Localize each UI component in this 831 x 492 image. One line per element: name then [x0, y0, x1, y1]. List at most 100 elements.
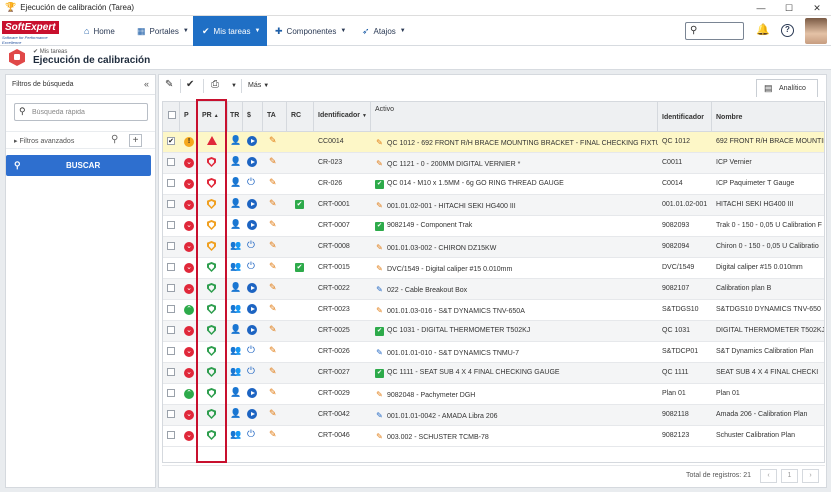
table-row[interactable]: ⌄ 👤 ✎ CRT-0025 ✔ QC 1031 - DIGITAL THERMOMETE…: [163, 321, 824, 342]
nav-home[interactable]: ⌂ Home: [84, 16, 134, 46]
row-select[interactable]: [163, 300, 180, 320]
table-row[interactable]: ⌄ 👤 ✎ CRT-0007 ✔ 9082149 - Component Trak 9082…: [163, 216, 824, 237]
print-icon[interactable]: ⎙: [211, 79, 219, 90]
pencil-icon: ✎: [269, 135, 277, 145]
chevron-down-icon[interactable]: ▼: [231, 83, 237, 89]
avatar[interactable]: [805, 18, 827, 44]
quick-search-field[interactable]: ⚲: [14, 103, 148, 121]
checkbox[interactable]: [168, 111, 176, 119]
table-row[interactable]: ⌄ 👥 ⏻ ✎ ✔ CRT-0015 ✎ DVC/1549 - Digital caliper…: [163, 258, 824, 279]
close-button[interactable]: ✕: [803, 0, 831, 16]
cell-identificador: CRT-0022: [318, 285, 350, 292]
col-nombre[interactable]: Nombre: [712, 102, 824, 131]
checkbox[interactable]: [167, 263, 175, 271]
more-menu[interactable]: Más ▼: [248, 82, 269, 89]
row-select[interactable]: [163, 279, 180, 299]
check-icon[interactable]: ✔: [186, 79, 194, 90]
table-row[interactable]: ⌄ 👤 ✎ ✔ CRT-0001 ✎ 001.01.02-001 - HITACHI SEK…: [163, 195, 824, 216]
table-row[interactable]: ⌄ 👤 ⏻ ✎ CR-026 ✔ QC 014 - M10 x 1.5MM - 6g GO …: [163, 174, 824, 195]
table-row[interactable]: ⌄ 👥 ⏻ ✎ CRT-0046 ✎ 003.002 - SCHUSTER TCMB-78 9…: [163, 426, 824, 447]
quick-search-input[interactable]: [32, 106, 142, 118]
row-select[interactable]: [163, 237, 180, 257]
checkbox[interactable]: [167, 347, 175, 355]
table-row[interactable]: ⌃ 👥 ✎ CRT-0023 ✎ 001.01.03-016 - S&T DYNAMICS…: [163, 300, 824, 321]
pin-icon[interactable]: ⚲: [111, 134, 118, 145]
row-select[interactable]: [163, 384, 180, 404]
row-select[interactable]: [163, 363, 180, 383]
checkbox[interactable]: [167, 410, 175, 418]
select-all-checkbox[interactable]: [163, 102, 180, 131]
add-filter-button[interactable]: +: [129, 134, 142, 147]
checkbox[interactable]: [167, 242, 175, 250]
nav-componentes[interactable]: ✚ Componentes ▼: [275, 16, 350, 46]
help-icon[interactable]: ?: [781, 24, 794, 37]
checkbox[interactable]: [167, 326, 175, 334]
advanced-filters[interactable]: ▸ Filtros avanzados ⚲ +: [6, 131, 155, 149]
checkbox[interactable]: [167, 305, 175, 313]
row-select[interactable]: [163, 132, 180, 152]
col-rc[interactable]: RC: [287, 102, 314, 131]
cell-p: ⌄: [180, 363, 198, 383]
checkbox[interactable]: [167, 221, 175, 229]
table-row[interactable]: ⌄ 👥 ⏻ ✎ CRT-0008 ✎ 001.01.03-002 - CHIRON DZ15…: [163, 237, 824, 258]
table-row[interactable]: ⌄ 👥 ⏻ ✎ CRT-0027 ✔ QC 1111 - SEAT SUB 4 X 4 FI…: [163, 363, 824, 384]
row-select[interactable]: [163, 195, 180, 215]
shield-icon: [207, 304, 216, 314]
bell-icon[interactable]: 🔔: [756, 23, 770, 36]
col-s[interactable]: $: [243, 102, 263, 131]
checkbox[interactable]: [167, 179, 175, 187]
search-button[interactable]: ⚲ BUSCAR: [6, 155, 151, 176]
collapse-icon[interactable]: «: [144, 79, 149, 89]
minimize-button[interactable]: —: [747, 0, 775, 16]
cell-identificador: CRT-0027: [318, 369, 350, 376]
softexpert-logo[interactable]: SoftExpert Software for Performance Exce…: [2, 21, 59, 45]
activo-label: 001.01.02-001 - HITACHI SEKI HG400 III: [387, 203, 516, 210]
page-number[interactable]: 1: [781, 469, 798, 483]
row-select[interactable]: [163, 426, 180, 446]
cell-p: ⌃: [180, 300, 198, 320]
table-row[interactable]: ⌄ 👤 ✎ CRT-0022 ✎ 022 - Cable Breakout Box 9082…: [163, 279, 824, 300]
prev-page-button[interactable]: ‹: [760, 469, 777, 483]
activo-label: 001.01.03-016 - S&T DYNAMICS TNV-650A: [387, 308, 525, 315]
row-select[interactable]: [163, 216, 180, 236]
play-icon: [247, 220, 257, 230]
col-identificador[interactable]: Identificador ▼: [314, 102, 371, 131]
checkbox[interactable]: [167, 431, 175, 439]
table-row[interactable]: ! 👤 ✎ CC0014 ✎ QC 1012 - 692 FRONT R/H BRACE …: [163, 132, 824, 153]
checkbox[interactable]: [167, 284, 175, 292]
col-identificador-plan[interactable]: Identificador: [658, 102, 712, 131]
table-row[interactable]: ⌄ 👤 ✎ CRT-0042 ✎ 001.01.01-0042 - AMADA Libra…: [163, 405, 824, 426]
checkbox[interactable]: [167, 137, 175, 145]
global-search-input[interactable]: ⚲: [685, 22, 744, 40]
col-tr[interactable]: TR: [228, 102, 243, 131]
table-row[interactable]: ⌃ 👤 ✎ CRT-0029 ✎ 9082048 - Pachymeter DGH Plan…: [163, 384, 824, 405]
checkbox[interactable]: [167, 158, 175, 166]
checkbox[interactable]: [167, 200, 175, 208]
tab-analitico[interactable]: ▤ Analítico: [756, 79, 818, 97]
checkbox[interactable]: [167, 368, 175, 376]
user-icon: 👤: [230, 198, 242, 208]
table-row[interactable]: ⌄ 👥 ⏻ ✎ CRT-0026 ✎ 001.01.01-010 - S&T DYNAMIC…: [163, 342, 824, 363]
row-select[interactable]: [163, 153, 180, 173]
nav-portales[interactable]: ▦ Portales ▼: [137, 16, 192, 46]
col-p[interactable]: P: [180, 102, 198, 131]
col-ta[interactable]: TA: [263, 102, 287, 131]
edit-icon[interactable]: ✎: [165, 79, 173, 90]
cell-s: ⏻: [243, 363, 263, 383]
row-select[interactable]: [163, 405, 180, 425]
pencil-icon: ✎: [269, 219, 277, 229]
breadcrumb[interactable]: ✔ Mis tareas: [33, 48, 67, 55]
checkbox[interactable]: [167, 389, 175, 397]
nav-atajos[interactable]: ➶ Atajos ▼: [362, 16, 412, 46]
row-select[interactable]: [163, 258, 180, 278]
cell-pr: [198, 195, 228, 215]
maximize-button[interactable]: ☐: [775, 0, 803, 16]
row-select[interactable]: [163, 174, 180, 194]
row-select[interactable]: [163, 342, 180, 362]
row-select[interactable]: [163, 321, 180, 341]
col-pr[interactable]: PR ▲: [198, 102, 228, 131]
next-page-button[interactable]: ›: [802, 469, 819, 483]
nav-mis-tareas[interactable]: ✔ Mis tareas ▼: [193, 16, 267, 46]
table-row[interactable]: ⌄ 👤 ✎ CR-023 ✎ QC 1121 - 0 - 200MM DIGITAL VE…: [163, 153, 824, 174]
col-activo[interactable]: Activo: [371, 102, 658, 131]
